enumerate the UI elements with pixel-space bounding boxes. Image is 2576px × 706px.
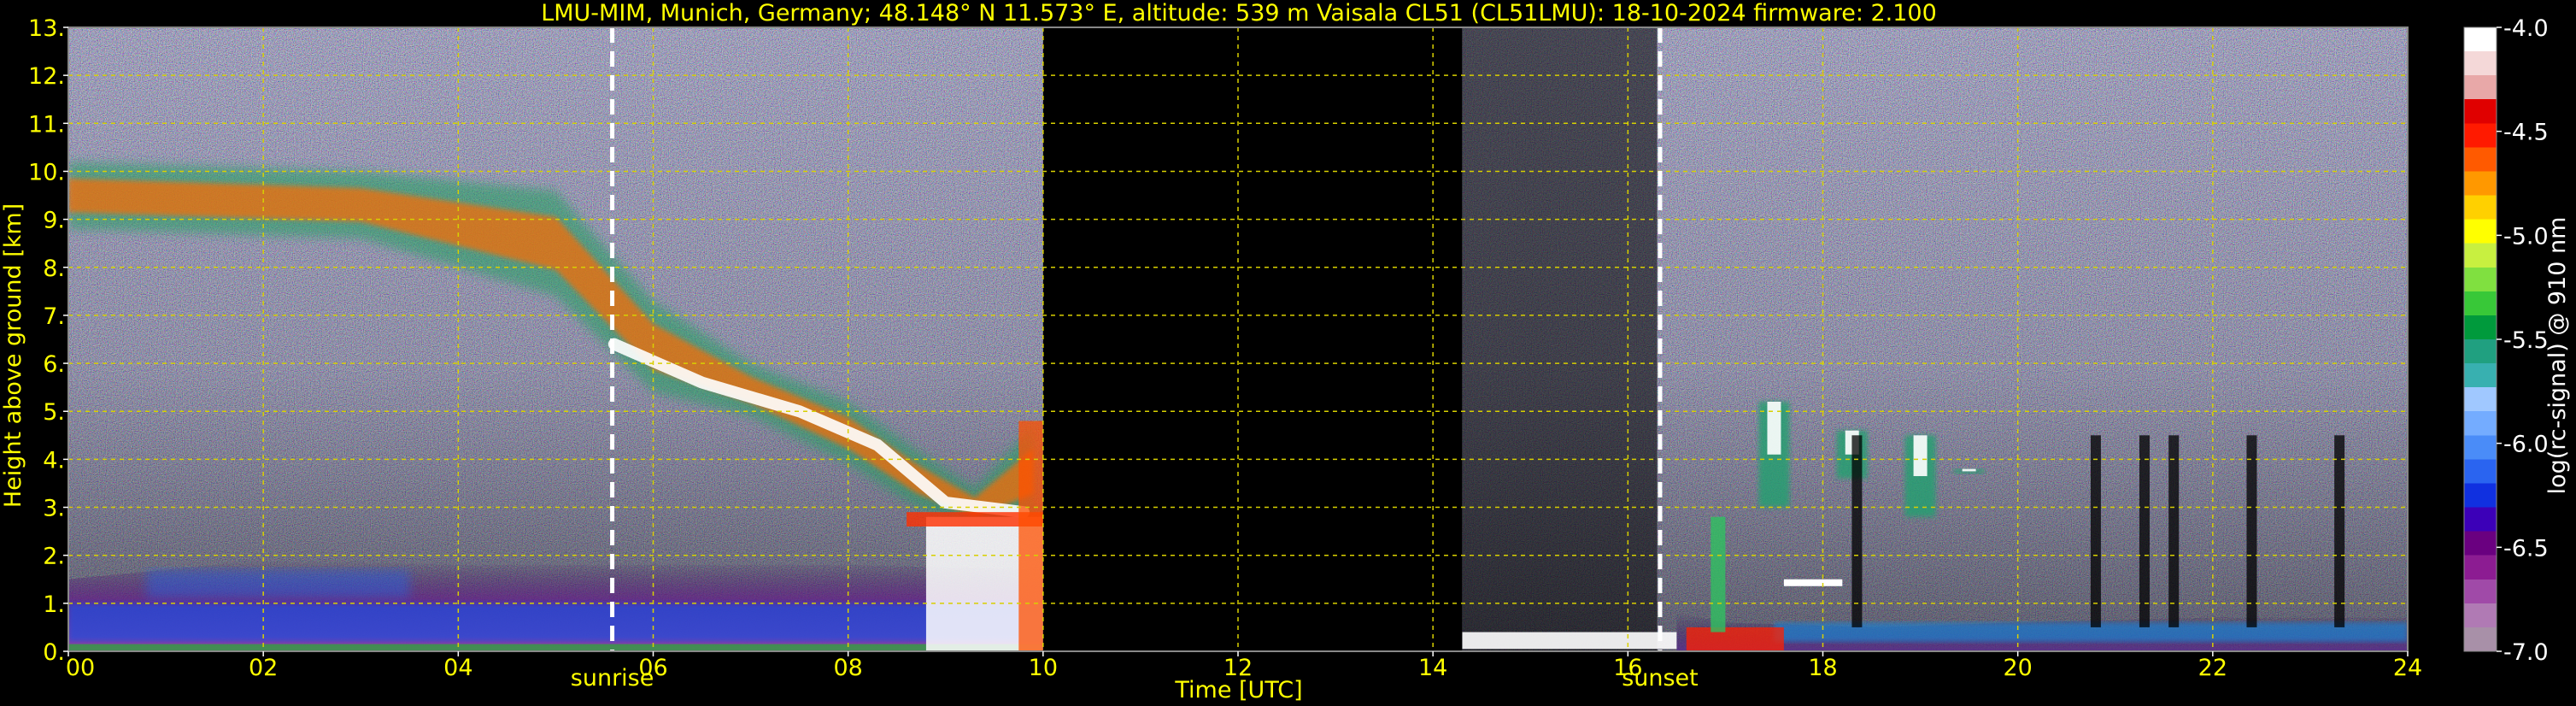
y-axis: 0. 1. 2. 3. 4. 5. 6. 7. 8. 9. 10. 11. 12. 13. bbox=[28, 15, 68, 666]
colorbar-tick-label: -7.0 bbox=[2503, 639, 2549, 666]
colorbar-tick-label: -6.0 bbox=[2503, 432, 2549, 458]
y-tick-label: 1. bbox=[43, 591, 65, 618]
x-tick-label: 08 bbox=[833, 655, 862, 681]
x-axis-label: Time [UTC] bbox=[1174, 677, 1302, 703]
x-tick-label: 20 bbox=[2003, 655, 2032, 681]
y-tick-label: 3. bbox=[43, 496, 65, 522]
colorbar-scale bbox=[2463, 26, 2497, 652]
x-tick-label: 24 bbox=[2393, 655, 2422, 681]
y-tick-label: 10. bbox=[28, 159, 65, 185]
x-tick-label: 06 bbox=[638, 655, 667, 681]
y-axis-label: Height above ground [km] bbox=[0, 203, 26, 508]
x-tick-label: 10 bbox=[1029, 655, 1058, 681]
x-tick-label: 22 bbox=[2198, 655, 2227, 681]
colorbar-tick-label: -4.0 bbox=[2503, 15, 2549, 42]
y-tick-label: 9. bbox=[43, 208, 65, 234]
x-tick-label: 04 bbox=[443, 655, 472, 681]
y-tick-label: 0. bbox=[43, 639, 65, 666]
ceilometer-chart: sunrise sunset 00 02 04 06 08 10 12 14 16 18 20 22 24… bbox=[0, 0, 2571, 703]
y-tick-label: 8. bbox=[43, 256, 65, 282]
y-tick-label: 12. bbox=[28, 63, 65, 90]
x-tick-label: 02 bbox=[249, 655, 278, 681]
y-tick-label: 11. bbox=[28, 111, 65, 138]
fog-red bbox=[1686, 627, 1784, 651]
cloud-streak bbox=[1783, 579, 1843, 586]
night-cloud-core bbox=[1913, 435, 1928, 477]
boundary-layer-core bbox=[68, 603, 1043, 642]
x-tick-label: 18 bbox=[1808, 655, 1837, 681]
colorbar-tick-label: -6.5 bbox=[2503, 535, 2549, 562]
fog-layer bbox=[1462, 632, 1677, 650]
colorbar-tick-label: -5.5 bbox=[2503, 327, 2549, 354]
shadow-column bbox=[2090, 435, 2101, 627]
shadow-column bbox=[2246, 435, 2257, 627]
y-tick-label: 5. bbox=[43, 399, 65, 426]
y-tick-label: 13. bbox=[28, 15, 65, 42]
precip-edge bbox=[1018, 421, 1043, 651]
y-tick-label: 4. bbox=[43, 447, 65, 474]
chart-title: LMU-MIM, Munich, Germany; 48.148° N 11.5… bbox=[541, 0, 1937, 26]
shadow-column bbox=[2168, 435, 2180, 627]
y-tick-label: 2. bbox=[43, 544, 65, 570]
y-tick-label: 6. bbox=[43, 351, 65, 378]
x-tick-label: 14 bbox=[1418, 655, 1447, 681]
shadow-column bbox=[1851, 435, 1863, 627]
data-gap bbox=[1042, 27, 1463, 651]
x-tick-label: 16 bbox=[1613, 655, 1642, 681]
x-tick-label: 00 bbox=[66, 655, 95, 681]
precip-shaft bbox=[1710, 516, 1726, 632]
colorbar-tick-label: -5.0 bbox=[2503, 223, 2549, 250]
y-tick-label: 7. bbox=[43, 303, 65, 330]
night-cloud-core bbox=[1962, 468, 1976, 472]
noise-fade bbox=[68, 27, 1043, 651]
surface-layer bbox=[68, 644, 1043, 651]
colorbar: -4.0 -4.5 -5.0 -5.5 -6.0 -6.5 -7.0 bbox=[2463, 15, 2549, 666]
shadow-column bbox=[2139, 435, 2150, 627]
colorbar-label: log(rc-signal) @ 910 nm bbox=[2544, 217, 2571, 495]
night-cloud-core bbox=[1767, 402, 1781, 455]
boundary-layer-upper bbox=[146, 569, 410, 599]
colorbar-tick-label: -4.5 bbox=[2503, 120, 2549, 146]
shadow-column bbox=[2334, 435, 2345, 627]
